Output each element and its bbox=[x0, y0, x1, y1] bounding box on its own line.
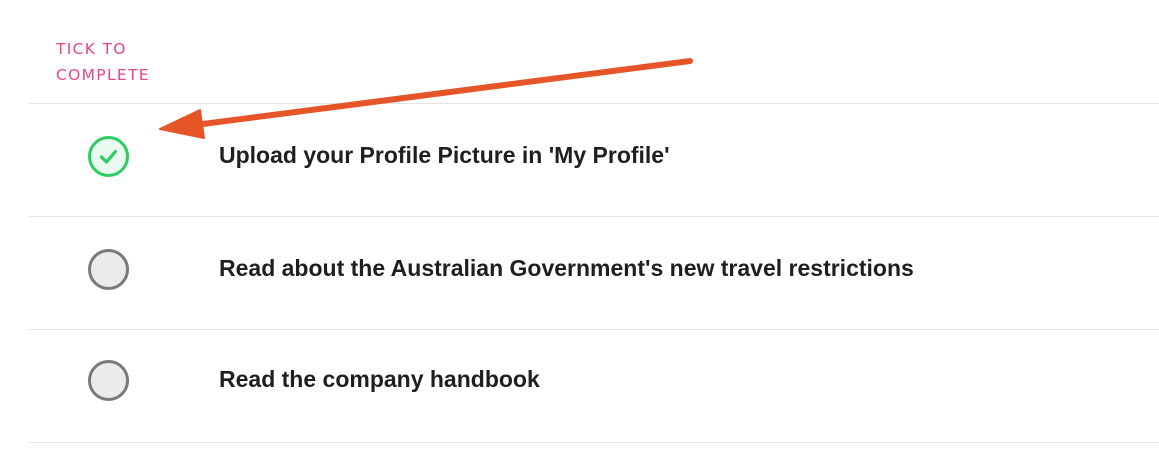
task-checkbox-unchecked[interactable] bbox=[88, 360, 129, 401]
task-label: Read the company handbook bbox=[219, 366, 540, 392]
task-row-company-handbook[interactable]: Read the company handbook bbox=[29, 330, 1159, 442]
task-label: Upload your Profile Picture in 'My Profi… bbox=[219, 142, 670, 168]
task-row-upload-profile-picture[interactable]: Upload your Profile Picture in 'My Profi… bbox=[29, 104, 1159, 216]
divider bbox=[29, 442, 1159, 443]
task-row-travel-restrictions[interactable]: Read about the Australian Government's n… bbox=[29, 217, 1159, 329]
checklist-page: TICK TO COMPLETE Upload your Profile Pic… bbox=[0, 0, 1159, 457]
tick-to-complete-label: TICK TO COMPLETE bbox=[56, 36, 216, 88]
header-line-1: TICK TO bbox=[56, 40, 127, 58]
checkmark-icon bbox=[99, 149, 118, 164]
task-checkbox-unchecked[interactable] bbox=[88, 249, 129, 290]
task-label: Read about the Australian Government's n… bbox=[219, 255, 914, 281]
header-line-2: COMPLETE bbox=[56, 66, 150, 84]
task-checkbox-checked[interactable] bbox=[88, 136, 129, 177]
